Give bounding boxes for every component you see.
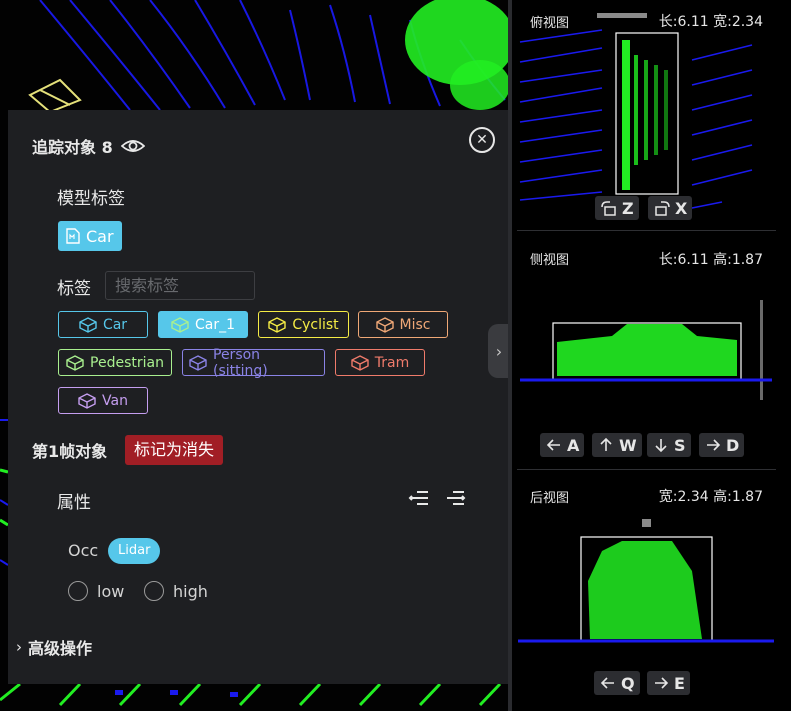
move-right-d-button[interactable]: D xyxy=(699,433,745,457)
view-separator xyxy=(517,469,776,470)
document-icon xyxy=(66,228,80,244)
model-tag-label: Car xyxy=(86,226,114,246)
rotate-z-button[interactable]: Z xyxy=(595,196,639,220)
cube-icon xyxy=(375,316,394,333)
model-tag[interactable]: Car xyxy=(58,221,122,251)
radio-low-label[interactable]: low xyxy=(97,582,124,601)
move-up-w-button[interactable]: W xyxy=(592,433,642,457)
cube-icon xyxy=(171,316,189,333)
view-separator xyxy=(517,230,776,231)
tag-chip[interactable]: Car xyxy=(58,311,148,338)
mark-disappeared-button[interactable]: 标记为消失 xyxy=(125,435,224,465)
arrow-left-icon xyxy=(600,677,614,689)
tag-search-input[interactable]: 搜索标签 xyxy=(105,271,255,300)
radio-high[interactable] xyxy=(144,581,164,601)
tag-chip-label: Car_1 xyxy=(194,316,236,333)
cube-icon xyxy=(189,354,207,371)
rotate-left-q-label: Q xyxy=(621,673,635,693)
rotate-ccw-icon xyxy=(601,201,616,216)
tracked-object-title: 追踪对象 8 xyxy=(32,138,113,157)
move-up-w-label: W xyxy=(619,435,637,455)
tag-chip[interactable]: Person (sitting) xyxy=(182,346,325,379)
rotate-right-e-label: E xyxy=(674,673,685,693)
tag-chip-label: Person (sitting) xyxy=(213,346,268,379)
top-view[interactable]: 俯视图 长:6.11 宽:2.34 xyxy=(512,0,791,228)
rotate-z-label: Z xyxy=(622,198,634,218)
attributes-title: 属性 xyxy=(57,493,91,513)
tag-chip-label: Van xyxy=(102,392,128,409)
cube-icon xyxy=(268,316,287,333)
radio-low[interactable] xyxy=(68,581,88,601)
occ-label: Occ xyxy=(68,541,99,560)
tag-chip-label: Pedestrian xyxy=(90,354,164,371)
tag-chip-label: Tram xyxy=(374,354,410,371)
panel-collapse-handle[interactable]: › xyxy=(488,324,510,378)
tag-chip-label: Cyclist xyxy=(292,316,339,333)
arrow-left-icon xyxy=(546,439,560,451)
rotate-left-q-button[interactable]: Q xyxy=(594,671,640,695)
move-left-a-button[interactable]: A xyxy=(540,433,585,457)
lidar-badge[interactable]: Lidar xyxy=(108,538,161,564)
tag-search-placeholder: 搜索标签 xyxy=(115,276,180,295)
rotate-x-label: X xyxy=(675,198,688,218)
cube-icon xyxy=(66,354,84,371)
frame-object-title: 第1帧对象 xyxy=(32,442,108,461)
advanced-operations-toggle[interactable]: › 高级操作 xyxy=(16,635,92,659)
tag-chip[interactable]: Car_1 xyxy=(158,311,248,338)
chevron-right-icon: › xyxy=(16,638,22,656)
cube-icon xyxy=(351,354,369,371)
rotate-x-button[interactable]: X xyxy=(648,196,693,220)
tag-chip[interactable]: Tram xyxy=(335,349,425,376)
move-down-s-label: S xyxy=(674,435,686,455)
object-properties-panel: 追踪对象 8 ✕ 模型标签 Car 标签 搜索标签 Car Car_1 Cyclis… xyxy=(8,110,508,684)
model-label-title: 模型标签 xyxy=(57,189,125,209)
tag-chip[interactable]: Misc xyxy=(358,311,448,338)
expand-all-icon[interactable] xyxy=(408,488,430,508)
arrow-down-icon xyxy=(655,439,667,453)
move-down-s-button[interactable]: S xyxy=(647,433,691,457)
cube-icon xyxy=(78,392,96,409)
panel-header: 追踪对象 8 xyxy=(32,134,145,158)
annotation-workspace: 追踪对象 8 ✕ 模型标签 Car 标签 搜索标签 Car Car_1 Cyclis… xyxy=(0,0,791,711)
advanced-operations-label: 高级操作 xyxy=(28,639,93,658)
rotate-right-e-button[interactable]: E xyxy=(647,671,690,695)
move-right-d-label: D xyxy=(726,435,740,455)
close-icon: ✕ xyxy=(476,132,488,148)
arrow-up-icon xyxy=(600,437,612,451)
tag-chip-label: Misc xyxy=(399,316,431,333)
tag-chip[interactable]: Cyclist xyxy=(258,311,349,338)
tag-chip-label: Car xyxy=(102,316,128,333)
top-view-render xyxy=(519,13,753,211)
arrow-right-icon xyxy=(707,439,721,451)
label-title: 标签 xyxy=(57,279,91,299)
arrow-right-icon xyxy=(655,677,669,689)
tag-chip[interactable]: Pedestrian xyxy=(58,349,172,376)
collapse-all-icon[interactable] xyxy=(444,488,466,508)
rotate-cw-icon xyxy=(655,201,670,216)
cube-icon xyxy=(79,316,97,333)
radio-high-label[interactable]: high xyxy=(173,582,208,601)
tag-chip[interactable]: Van xyxy=(58,387,148,414)
close-panel-button[interactable]: ✕ xyxy=(469,127,495,153)
move-left-a-label: A xyxy=(567,435,580,455)
eye-icon[interactable] xyxy=(120,138,145,154)
chevron-right-icon: › xyxy=(495,341,503,361)
